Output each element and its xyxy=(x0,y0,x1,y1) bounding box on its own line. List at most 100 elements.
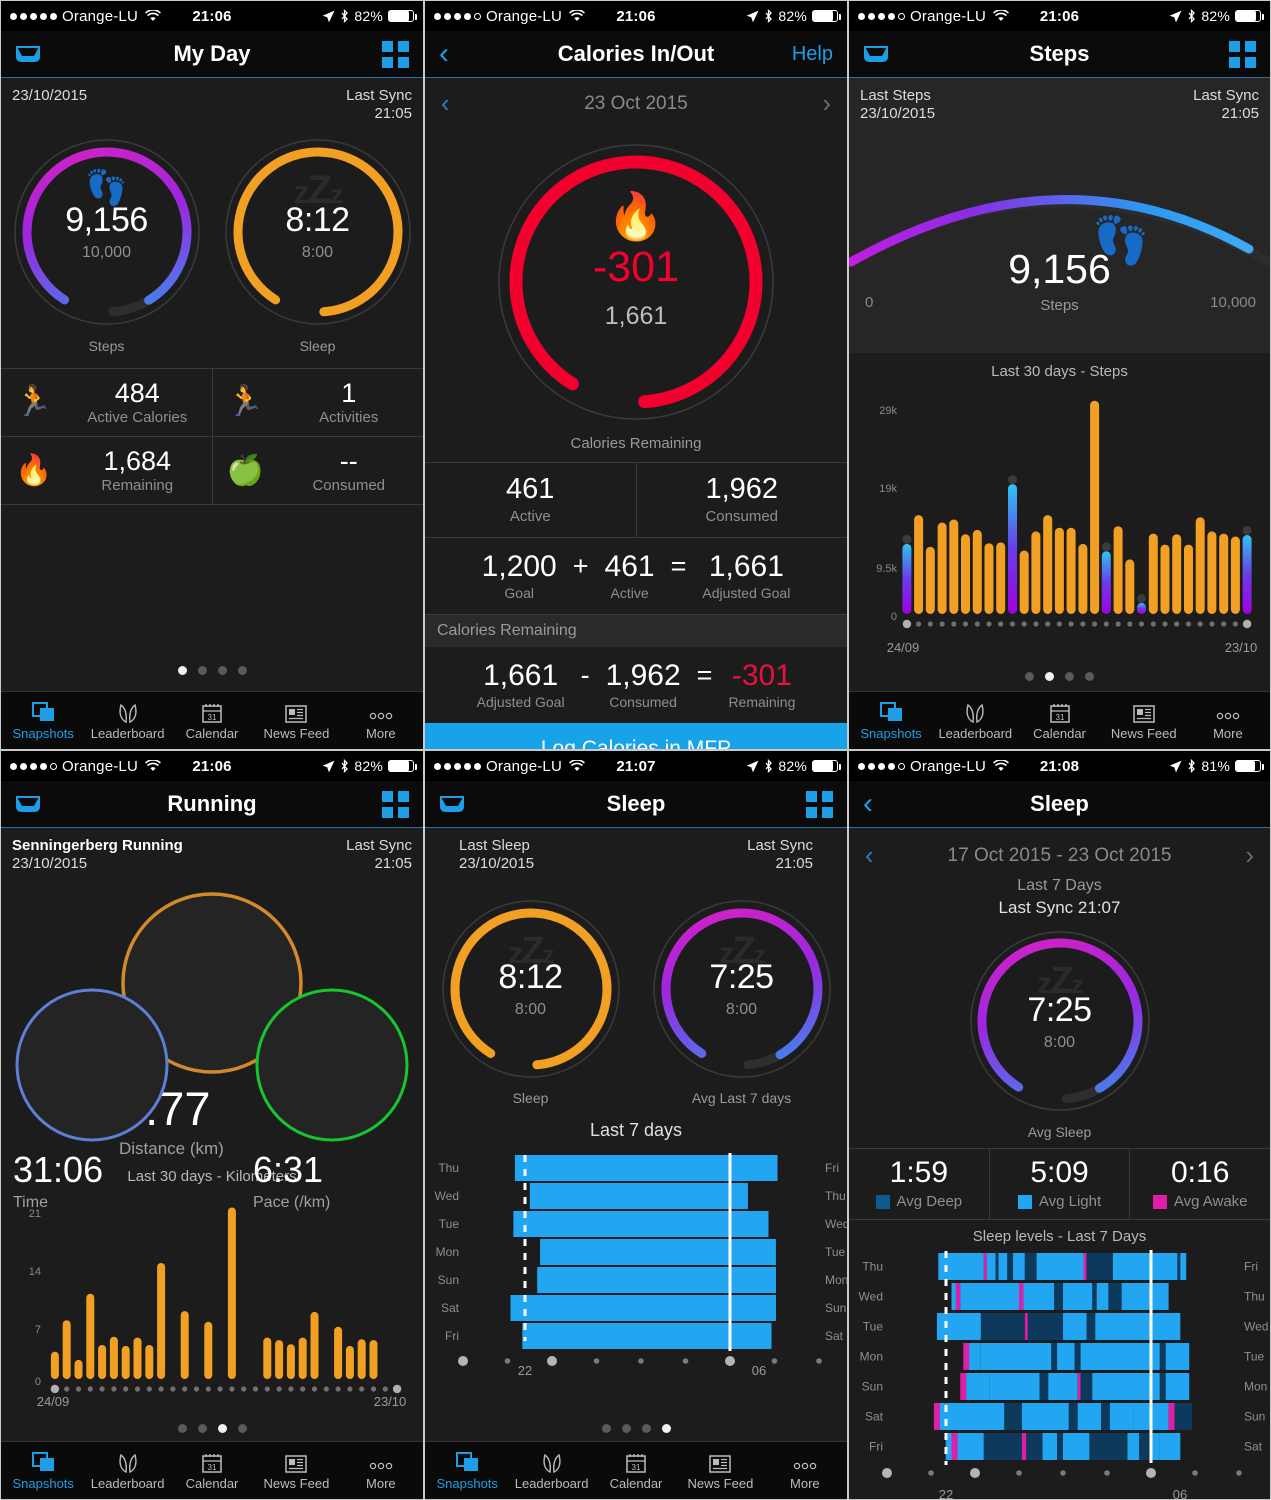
tab-more[interactable]: More xyxy=(339,692,423,749)
calendar-31-icon: 31 xyxy=(1050,701,1070,723)
running-bubbles: 4.77Distance (km) 31:06Time 6:31Pace (/k… xyxy=(1,878,423,1158)
dial-caption: Sleep xyxy=(438,1090,624,1106)
log-calories-button[interactable]: Log Calories in MFP xyxy=(425,723,847,749)
tab-snapshots[interactable]: Snapshots xyxy=(425,1442,509,1499)
inbox-icon[interactable] xyxy=(15,43,41,65)
page-title: My Day xyxy=(1,41,423,67)
avg-sleep-dial[interactable]: zZz 7:25 8:00 Avg Sleep xyxy=(849,926,1270,1140)
status-right: 82% xyxy=(746,8,838,24)
dial-row: 👣 9,156 10,000 Steps zZz xyxy=(1,128,423,354)
grid-icon[interactable] xyxy=(806,791,833,818)
dial-avg-sleep[interactable]: zZz 7:25 8:00 Avg Last 7 days xyxy=(649,896,835,1106)
tab-leaderboard[interactable]: Leaderboard xyxy=(85,1442,169,1499)
prev-range-button[interactable]: ‹ xyxy=(865,840,874,871)
bubble-pace[interactable]: 6:31Pace (/km) xyxy=(253,986,411,1144)
dial-sleep[interactable]: zZz 8:12 8:00 Sleep xyxy=(220,134,416,354)
grid-icon[interactable] xyxy=(1229,41,1256,68)
wifi-icon xyxy=(993,760,1009,772)
battery-percent: 81% xyxy=(1201,758,1230,774)
back-chevron-icon[interactable]: ‹ xyxy=(439,39,449,69)
prev-day-button[interactable]: ‹ xyxy=(441,88,450,119)
eq-op-equals: = xyxy=(671,551,687,600)
meta-sync: Last Sync 21:05 xyxy=(1193,87,1259,124)
ellipsis-icon xyxy=(792,1451,818,1473)
back-chevron-icon[interactable]: ‹ xyxy=(863,789,873,819)
tab-snapshots[interactable]: Snapshots xyxy=(849,692,933,749)
svg-text:Sat: Sat xyxy=(441,1301,460,1315)
screen-body: Senningerberg Running 23/10/2015 Last Sy… xyxy=(1,828,423,1441)
bubble-time[interactable]: 31:06Time xyxy=(13,986,171,1144)
tab-leaderboard[interactable]: Leaderboard xyxy=(933,692,1017,749)
dial-sleep[interactable]: zZz 8:12 8:00 Sleep xyxy=(438,896,624,1106)
eq-c-value: -301 xyxy=(728,659,795,693)
screen-body: Last Sleep 23/10/2015 Last Sync 21:05 zZ xyxy=(425,828,847,1441)
page-dots[interactable] xyxy=(425,1414,847,1441)
svg-text:Tue: Tue xyxy=(825,1245,846,1259)
stat-consumed[interactable]: 🍏 --Consumed xyxy=(212,437,424,504)
stat-activities[interactable]: 🏃 1Activities xyxy=(212,369,424,436)
tab-calendar[interactable]: 31Calendar xyxy=(1017,692,1101,749)
svg-text:Wed: Wed xyxy=(1244,1320,1268,1334)
equation-adjusted-goal: 1,200Goal + 461Active = 1,661Adjusted Go… xyxy=(425,538,847,615)
tab-snapshots[interactable]: Snapshots xyxy=(1,692,85,749)
tab-news-feed[interactable]: News Feed xyxy=(254,692,338,749)
nav-bar: ‹ Sleep xyxy=(849,781,1270,828)
inbox-icon[interactable] xyxy=(439,793,465,815)
tab-calendar[interactable]: 31Calendar xyxy=(170,692,254,749)
ytick-29k: 29k xyxy=(879,405,897,417)
page-dots[interactable] xyxy=(1,1414,423,1441)
page-dots[interactable] xyxy=(849,662,1270,691)
status-bar: Orange-LU 21:06 82% xyxy=(1,1,423,31)
tab-news-feed[interactable]: News Feed xyxy=(1102,692,1186,749)
steps-arc-card[interactable]: Last Steps 23/10/2015 Last Sync 21:05 xyxy=(849,78,1270,353)
svg-text:Thu: Thu xyxy=(438,1161,459,1175)
stat-value: 1,684 xyxy=(69,447,206,475)
svg-text:Sun: Sun xyxy=(1244,1410,1265,1424)
page-dots[interactable] xyxy=(1,656,423,691)
tab-more[interactable]: More xyxy=(339,1442,423,1499)
next-day-button[interactable]: › xyxy=(822,88,831,119)
tab-more[interactable]: More xyxy=(1186,692,1270,749)
tab-leaderboard[interactable]: Leaderboard xyxy=(85,692,169,749)
last-sleep-date: 23/10/2015 xyxy=(459,855,534,873)
eq-op-equals: = xyxy=(697,660,713,709)
svg-text:31: 31 xyxy=(1055,713,1064,722)
inbox-icon[interactable] xyxy=(15,793,41,815)
cell-value: 461 xyxy=(425,473,636,506)
range-label: 17 Oct 2015 - 23 Oct 2015 xyxy=(948,845,1172,867)
tab-more[interactable]: More xyxy=(763,1442,847,1499)
bluetooth-icon xyxy=(764,9,773,23)
inbox-icon[interactable] xyxy=(863,43,889,65)
location-arrow-icon xyxy=(1169,760,1182,773)
tab-news-feed[interactable]: News Feed xyxy=(254,1442,338,1499)
stat-remaining[interactable]: 🔥 1,684Remaining xyxy=(1,437,212,504)
grid-icon[interactable] xyxy=(382,791,409,818)
calendar-31-icon: 31 xyxy=(626,1451,646,1473)
help-button[interactable]: Help xyxy=(792,43,833,66)
signal-dots-icon xyxy=(434,13,481,20)
dial-steps[interactable]: 👣 9,156 10,000 Steps xyxy=(9,134,205,354)
last-sync-time: 21:05 xyxy=(346,105,412,123)
last-sync-time: 21:05 xyxy=(346,855,412,873)
tab-news-feed[interactable]: News Feed xyxy=(678,1442,762,1499)
stat-label: Remaining xyxy=(69,477,206,494)
tab-snapshots[interactable]: Snapshots xyxy=(1,1442,85,1499)
eq-b-label: Consumed xyxy=(606,694,681,710)
calories-dial[interactable]: 🔥 -301 1,661 xyxy=(425,137,847,427)
eq-op-plus: + xyxy=(573,551,589,600)
next-range-button[interactable]: › xyxy=(1245,840,1254,871)
bluetooth-icon xyxy=(1187,759,1196,773)
tab-calendar[interactable]: 31Calendar xyxy=(594,1442,678,1499)
carrier-label: Orange-LU xyxy=(486,8,562,25)
bubble-label: Pace (/km) xyxy=(253,1194,411,1212)
chart-svg: 21 14 7 0 24/09 23/10 xyxy=(5,1187,420,1409)
grid-icon[interactable] xyxy=(382,41,409,68)
tab-label: Calendar xyxy=(186,1476,239,1491)
wifi-icon xyxy=(569,10,585,22)
stat-active-calories[interactable]: 🏃 484Active Calories xyxy=(1,369,212,436)
equation-remaining: 1,661Adjusted Goal - 1,962Consumed = -30… xyxy=(425,647,847,723)
eq-b-label: Active xyxy=(605,585,655,601)
tab-calendar[interactable]: 31Calendar xyxy=(170,1442,254,1499)
page-title: Calories In/Out xyxy=(425,41,847,67)
tab-leaderboard[interactable]: Leaderboard xyxy=(509,1442,593,1499)
